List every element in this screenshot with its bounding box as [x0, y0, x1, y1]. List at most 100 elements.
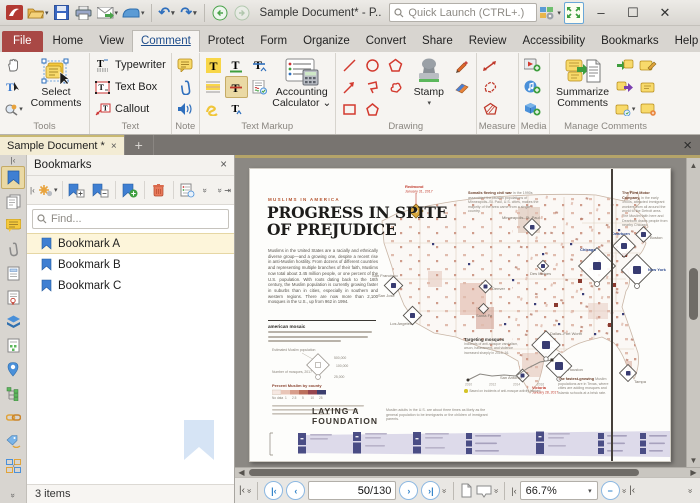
tab-bookmarks[interactable]: Bookmarks: [593, 31, 667, 52]
bookmarks-panel-close-icon[interactable]: ×: [220, 159, 227, 171]
sidebar-more-icon[interactable]: »: [8, 493, 17, 497]
flatten-button[interactable]: ▾: [121, 2, 146, 24]
expand-bookmarks-button[interactable]: [66, 179, 88, 201]
edit-comment-button[interactable]: [637, 54, 660, 76]
vertical-scrollbar[interactable]: ▲ ▼: [686, 158, 700, 467]
collapse-panes-icon[interactable]: |‹: [11, 156, 16, 165]
sidebar-item-links[interactable]: [1, 406, 25, 429]
eraser-tool-button[interactable]: [451, 76, 474, 98]
sidebar-item-split[interactable]: [1, 454, 25, 477]
close-document-pane-button[interactable]: ×: [683, 135, 692, 155]
tab-form[interactable]: Form: [252, 31, 295, 52]
polyline-tool-button[interactable]: [361, 76, 384, 98]
bookmarks-overflow-icon[interactable]: »: [216, 188, 225, 192]
sidebar-item-fields[interactable]: [1, 262, 25, 285]
text-box-button[interactable]: T Text Box: [92, 76, 169, 98]
tab-home[interactable]: Home: [45, 31, 92, 52]
first-page-button[interactable]: |‹: [264, 481, 284, 500]
import-comments-button[interactable]: [614, 54, 637, 76]
nav-back-button[interactable]: [210, 2, 230, 24]
tab-help[interactable]: Help: [667, 31, 700, 52]
tab-view[interactable]: View: [91, 31, 132, 52]
comment-notes-button[interactable]: [637, 98, 660, 120]
statusbar-collapse-icon[interactable]: |‹: [239, 485, 245, 496]
bookmarks-collapse-icon[interactable]: |‹: [30, 186, 35, 195]
tab-protect[interactable]: Protect: [200, 31, 252, 52]
maximize-button[interactable]: ☐: [618, 2, 648, 24]
attach-file-button[interactable]: [174, 76, 197, 98]
document-tab-active[interactable]: Sample Document * ×: [0, 135, 124, 155]
bookmarks-options-button[interactable]: ▾: [37, 179, 59, 201]
print-button[interactable]: [74, 2, 94, 24]
summarize-comments-button[interactable]: Summarize Comments: [552, 54, 614, 109]
delete-bookmark-button[interactable]: [148, 179, 170, 201]
stamp-button[interactable]: Stamp ▾: [407, 54, 451, 109]
statusbar-right-collapse-icon[interactable]: |‹: [629, 485, 635, 496]
typewriter-button[interactable]: T Typewriter: [92, 54, 169, 76]
sidebar-item-signatures[interactable]: [1, 286, 25, 309]
zoom-tools-button[interactable]: ▾: [2, 98, 25, 120]
sidebar-item-comments[interactable]: [1, 214, 25, 237]
fit-overflow-icon[interactable]: »: [492, 489, 501, 492]
scroll-up-icon[interactable]: ▲: [687, 158, 700, 172]
bookmark-item[interactable]: Bookmark A: [27, 233, 234, 254]
squiggly-button[interactable]: [202, 98, 225, 120]
sidebar-item-bookmarks[interactable]: [1, 166, 25, 189]
tab-accessibility[interactable]: Accessibility: [514, 31, 593, 52]
accounting-calculator-button[interactable]: Accounting Calculator ⌄: [271, 54, 333, 109]
sidebar-item-content[interactable]: [1, 334, 25, 357]
callout-button[interactable]: T Callout: [92, 98, 169, 120]
distance-tool-button[interactable]: [479, 54, 502, 76]
bookmarks-pin-icon[interactable]: ⇥: [224, 186, 231, 195]
add-3d-button[interactable]: [521, 98, 544, 120]
document-tab-close-icon[interactable]: ×: [111, 141, 117, 152]
arrow-tool-button[interactable]: [338, 76, 361, 98]
fullscreen-button[interactable]: [563, 1, 584, 24]
hand-tool-button[interactable]: [2, 54, 25, 76]
next-comment-button[interactable]: [637, 76, 660, 98]
nav-overflow-icon[interactable]: »: [441, 489, 450, 492]
sidebar-item-attachments[interactable]: [1, 238, 25, 261]
collapse-bookmarks-button[interactable]: [90, 179, 112, 201]
zoom-overflow-icon[interactable]: »: [620, 489, 629, 492]
highlight-area-button[interactable]: [202, 76, 225, 98]
undo-button[interactable]: ↶ ▾: [157, 2, 177, 24]
sound-note-button[interactable]: [174, 98, 197, 120]
sticky-note-button[interactable]: [174, 54, 197, 76]
select-comments-button[interactable]: Select Comments: [25, 54, 87, 109]
horizontal-scroll-thumb[interactable]: [249, 469, 639, 476]
pentagon-tool-button[interactable]: [384, 54, 407, 76]
rectangle-tool-button[interactable]: [338, 98, 361, 120]
close-button[interactable]: ✕: [650, 2, 680, 24]
strikeout-caret-button[interactable]: T: [248, 54, 271, 76]
polygon-tool-button[interactable]: [361, 98, 384, 120]
save-button[interactable]: [52, 2, 72, 24]
zoom-select[interactable]: 66.7% ▾: [519, 481, 598, 500]
area-tool-button[interactable]: [479, 98, 502, 120]
highlight-text-button[interactable]: T: [202, 54, 225, 76]
tab-organize[interactable]: Organize: [295, 31, 358, 52]
scroll-down-icon[interactable]: ▼: [687, 453, 700, 467]
perimeter-tool-button[interactable]: [479, 76, 502, 98]
sidebar-item-structure[interactable]: [1, 382, 25, 405]
bookmark-properties-button[interactable]: [177, 179, 199, 201]
scroll-right-icon[interactable]: ▶: [687, 468, 700, 477]
sidebar-item-layers[interactable]: [1, 310, 25, 333]
bookmarks-more-icon[interactable]: »: [200, 188, 209, 192]
tab-comment[interactable]: Comment: [131, 30, 200, 52]
open-button[interactable]: ▾: [26, 2, 50, 24]
select-text-tool-button[interactable]: T: [2, 76, 25, 98]
last-page-button[interactable]: ›|: [421, 481, 441, 500]
comment-styles-button[interactable]: ▾: [614, 98, 637, 120]
tab-review[interactable]: Review: [461, 31, 515, 52]
minimize-button[interactable]: –: [586, 2, 616, 24]
page-number-input[interactable]: [325, 484, 370, 497]
spell-check-button[interactable]: [248, 76, 271, 98]
vertical-scroll-thumb[interactable]: [689, 268, 698, 320]
new-document-tab-button[interactable]: +: [123, 135, 154, 155]
bookmark-item[interactable]: Bookmark C: [27, 275, 234, 296]
fit-width-button[interactable]: [476, 484, 492, 498]
insert-text-button[interactable]: T: [225, 98, 248, 120]
cloud-tool-button[interactable]: [384, 76, 407, 98]
export-comments-button[interactable]: [614, 76, 637, 98]
